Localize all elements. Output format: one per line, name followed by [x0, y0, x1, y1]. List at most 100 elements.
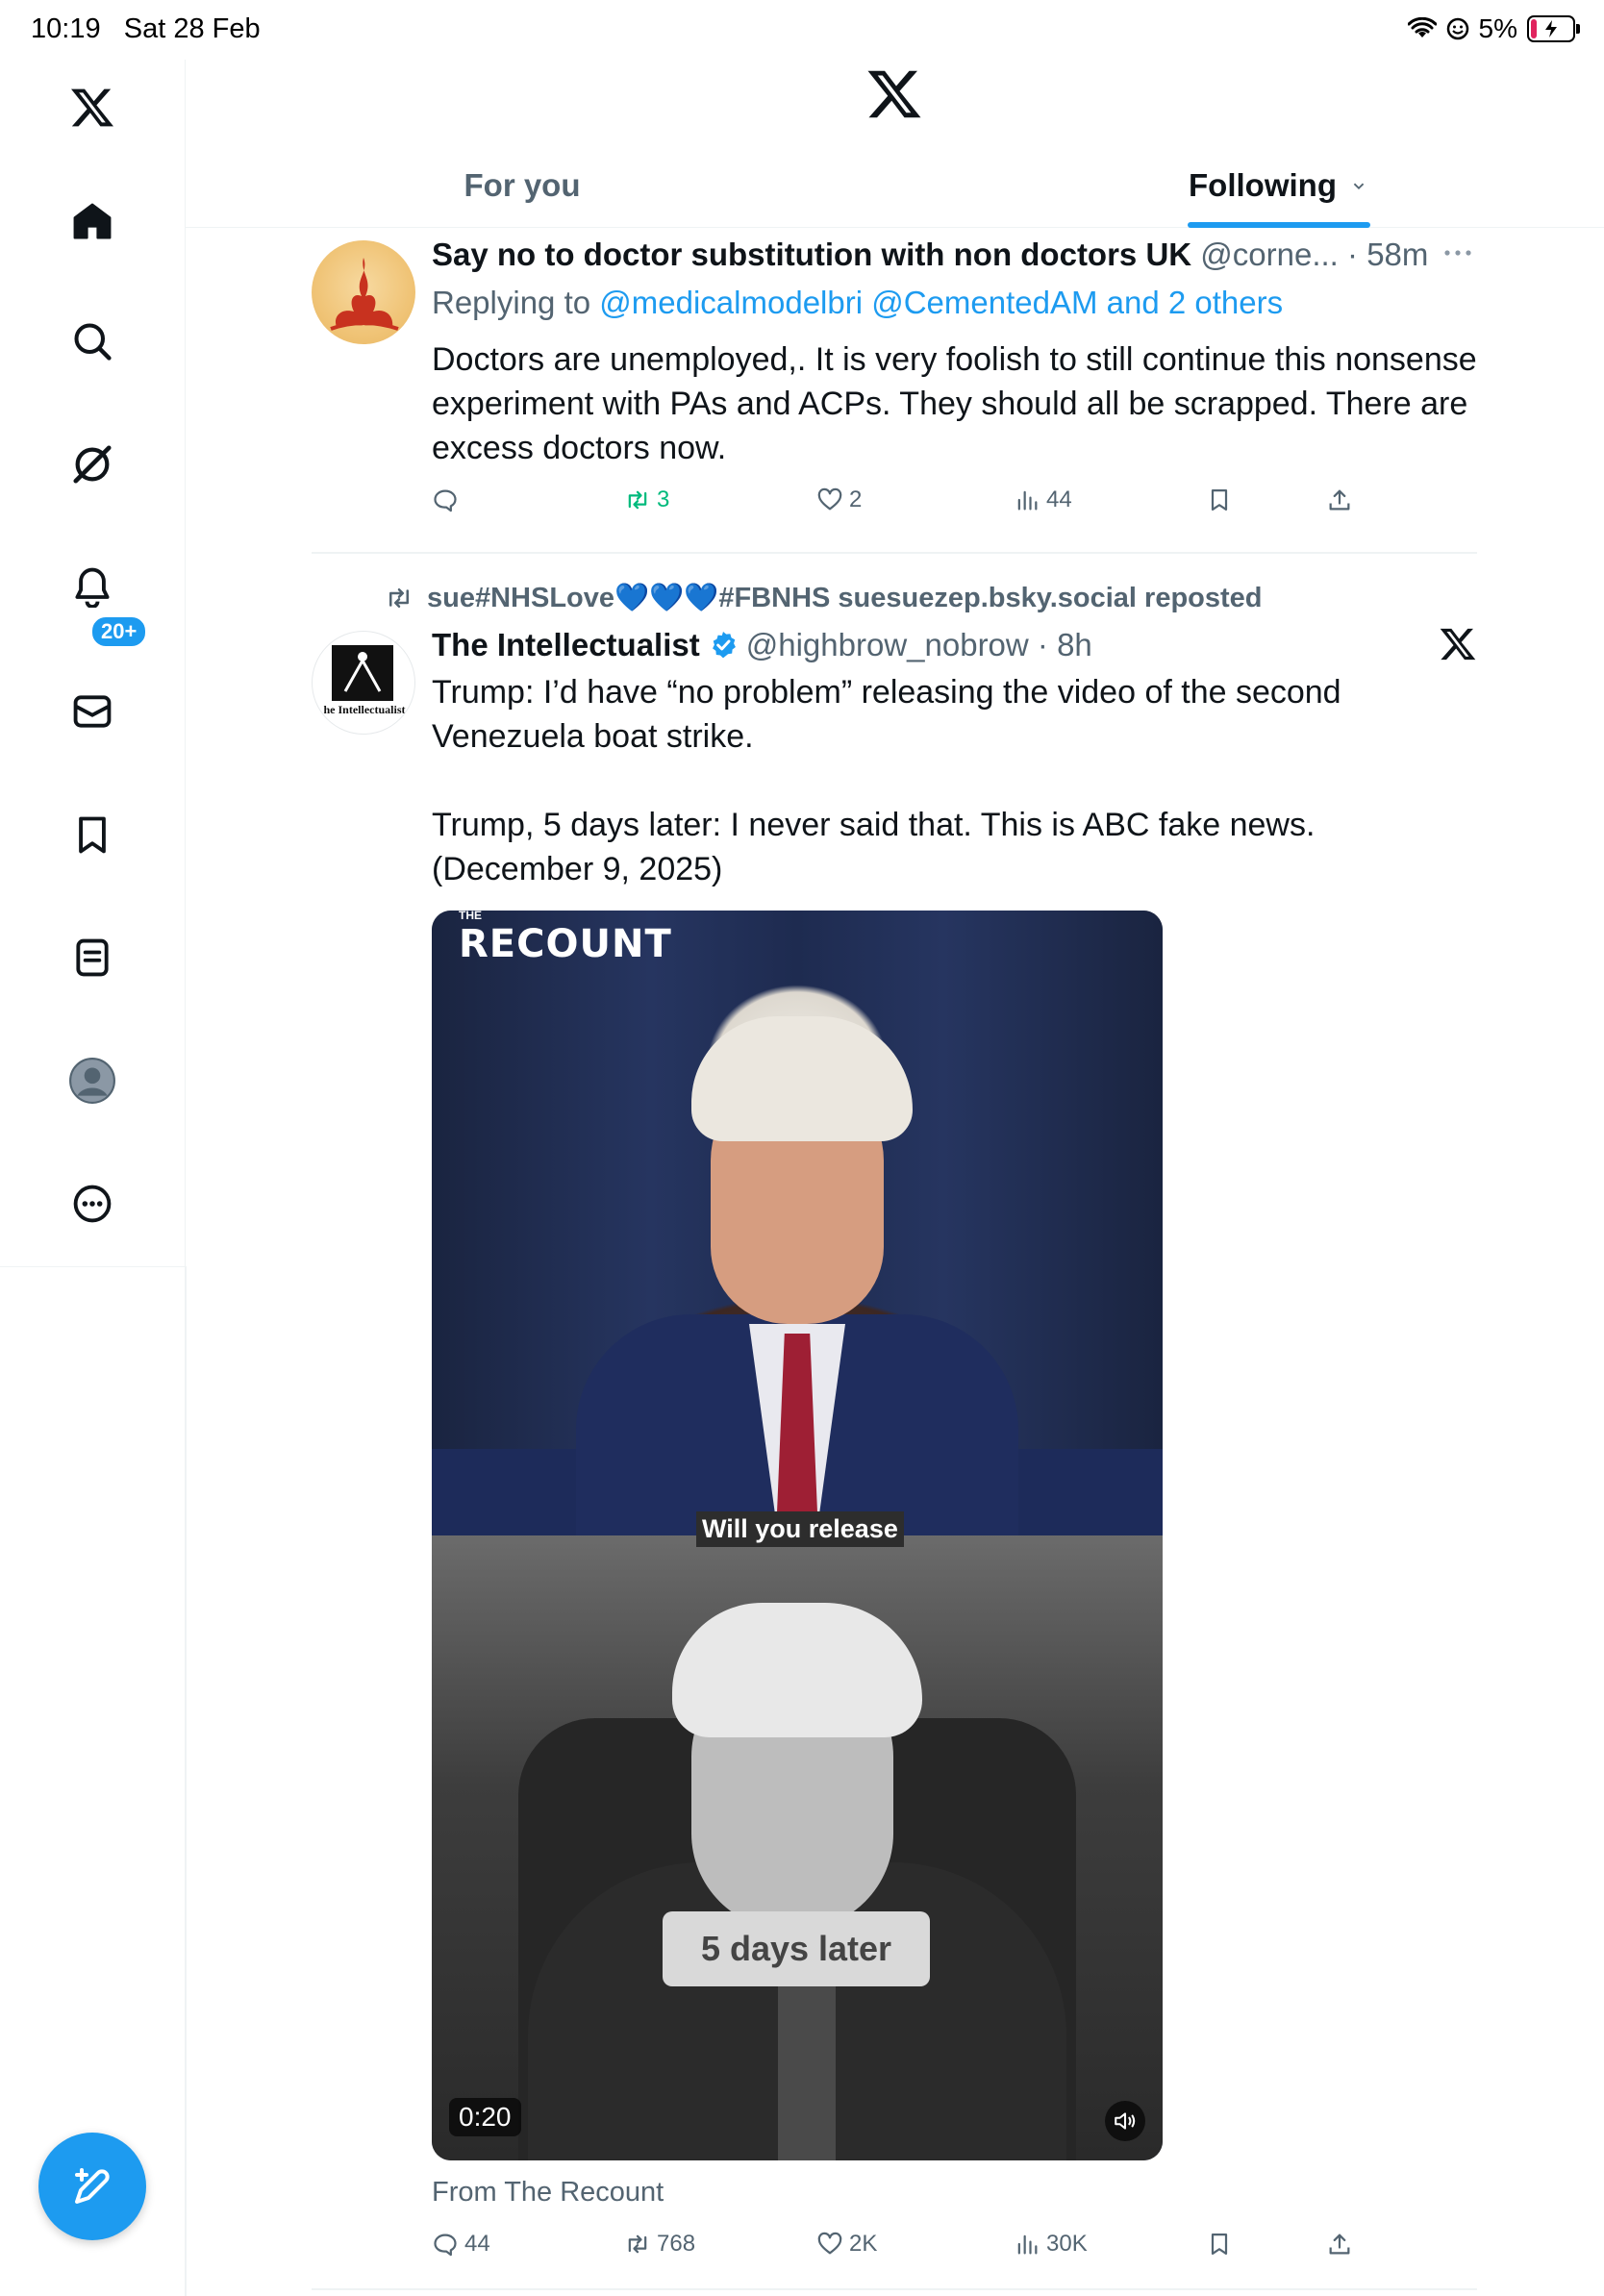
- verified-badge-icon: [712, 632, 736, 659]
- repost-count: 768: [657, 2231, 696, 2257]
- wifi-icon: [1407, 17, 1437, 37]
- views-button[interactable]: 44: [1014, 487, 1072, 513]
- replying-to-label: Replying to: [432, 285, 591, 320]
- reply-icon: [434, 2234, 457, 2257]
- post-avatar[interactable]: [312, 240, 415, 344]
- video-frame-top: [432, 911, 1163, 1535]
- view-count: 44: [1046, 487, 1072, 512]
- tab-for-you[interactable]: For you: [186, 144, 859, 227]
- status-bar: 10:19 Sat 28 Feb 5%: [0, 0, 1604, 60]
- reply-mentions-link[interactable]: @medicalmodelbri @CementedAM and 2 other…: [599, 285, 1283, 320]
- sidebar-divider: [185, 1266, 187, 2296]
- chevron-down-icon: [1353, 183, 1365, 190]
- bookmark-icon: [1211, 2233, 1228, 2256]
- video-watermark: RECOUNT: [459, 922, 672, 966]
- speaker-muted-icon: [1115, 2112, 1136, 2130]
- reply-button[interactable]: 44: [432, 2231, 490, 2258]
- home-icon[interactable]: [62, 190, 123, 252]
- video-source-link[interactable]: From The Recount: [432, 2177, 664, 2209]
- post-header: Say no to doctor substitution with non d…: [432, 237, 1429, 272]
- heart-icon: [817, 487, 842, 511]
- repost-button[interactable]: 768: [624, 2231, 695, 2258]
- like-button[interactable]: 2: [816, 487, 862, 513]
- reply-icon: [434, 489, 457, 512]
- video-overlay-text: 5 days later: [663, 1911, 930, 1986]
- notifications-bell-icon[interactable]: [62, 556, 123, 617]
- like-button[interactable]: 2K: [816, 2231, 877, 2258]
- focus-smiley-icon: [1446, 17, 1468, 40]
- lists-icon[interactable]: [62, 927, 123, 988]
- post-actions: 3 2 44: [432, 487, 1480, 525]
- intellectualist-logo-icon: [332, 645, 393, 701]
- view-count: 30K: [1046, 2231, 1088, 2257]
- profile-avatar-icon[interactable]: [62, 1050, 123, 1111]
- compose-post-button[interactable]: [38, 2133, 146, 2240]
- post-text: Doctors are unemployed,. It is very fool…: [432, 341, 1487, 466]
- post-avatar[interactable]: he Intellectualist: [312, 631, 415, 735]
- share-button[interactable]: [1326, 2231, 1353, 2258]
- bookmark-button[interactable]: [1206, 2231, 1233, 2258]
- share-icon: [1329, 489, 1350, 511]
- repost-icon: [389, 588, 409, 608]
- avatar-caption: he Intellectualist: [323, 703, 406, 716]
- repost-icon: [628, 2234, 647, 2254]
- x-logo-icon[interactable]: [62, 77, 123, 138]
- video-frame-bottom: [432, 1535, 1163, 2160]
- tab-following-label: Following: [1189, 167, 1337, 203]
- post-actions: 44 768 2K 30K: [432, 2231, 1480, 2269]
- views-chart-icon: [1017, 490, 1038, 511]
- reposted-by-label[interactable]: sue#NHSLove💙💙💙#FBNHS suesuezep.bsky.soci…: [427, 582, 1263, 614]
- share-button[interactable]: [1326, 487, 1353, 513]
- messages-mail-icon[interactable]: [62, 681, 123, 742]
- bookmarks-icon[interactable]: [62, 804, 123, 865]
- reply-button[interactable]: [432, 487, 464, 513]
- compose-feather-icon: [75, 2168, 110, 2204]
- post-handle[interactable]: @highbrow_nobrow: [746, 623, 1029, 667]
- repost-context: sue#NHSLove💙💙💙#FBNHS suesuezep.bsky.soci…: [385, 582, 1263, 614]
- reply-context: Replying to @medicalmodelbri @CementedAM…: [432, 281, 1283, 325]
- bookmark-button[interactable]: [1206, 487, 1233, 513]
- battery-icon: [1527, 15, 1580, 42]
- post-divider: [312, 552, 1477, 554]
- status-indicators: 5%: [1407, 13, 1580, 44]
- post-display-name[interactable]: Say no to doctor substitution with non d…: [432, 237, 1191, 272]
- video-duration: 0:20: [449, 2098, 521, 2136]
- post-text: Trump: I’d have “no problem” releasing t…: [432, 674, 1341, 887]
- post-display-name[interactable]: The Intellectualist: [432, 623, 700, 667]
- repost-button[interactable]: 3: [624, 487, 669, 513]
- post-time[interactable]: 58m: [1366, 237, 1428, 272]
- grok-icon[interactable]: [62, 434, 123, 495]
- post-more-icon[interactable]: [1442, 246, 1473, 263]
- post-header: The Intellectualist @highbrow_nobrow · 8…: [432, 623, 1092, 667]
- flame-logo-icon: [330, 258, 399, 331]
- timeline-tabs: For you Following: [186, 144, 1604, 228]
- tab-following[interactable]: Following: [1154, 144, 1404, 227]
- post-video[interactable]: THE RECOUNT Will you release 5 days late…: [432, 911, 1163, 2160]
- status-time-date: 10:19 Sat 28 Feb: [31, 13, 261, 44]
- post-divider: [312, 2288, 1477, 2290]
- reply-count: 44: [464, 2231, 490, 2257]
- video-watermark-small: THE: [459, 911, 482, 922]
- post-time[interactable]: 8h: [1057, 623, 1092, 667]
- more-icon[interactable]: [62, 1173, 123, 1235]
- repost-icon: [628, 490, 647, 510]
- bookmark-icon: [1211, 488, 1228, 512]
- heart-icon: [817, 2232, 842, 2255]
- like-count: 2: [849, 487, 863, 512]
- battery-percent: 5%: [1478, 13, 1517, 43]
- video-mute-button[interactable]: [1105, 2101, 1145, 2141]
- views-chart-icon: [1017, 2234, 1038, 2255]
- video-caption: Will you release: [696, 1511, 904, 1547]
- views-button[interactable]: 30K: [1014, 2231, 1088, 2258]
- share-icon: [1329, 2234, 1350, 2255]
- post-handle[interactable]: @corne...: [1200, 237, 1339, 272]
- x-header-logo-icon[interactable]: [865, 65, 923, 123]
- tab-for-you-label: For you: [464, 167, 581, 203]
- repost-count: 3: [657, 487, 670, 512]
- sidebar: 20+: [0, 60, 186, 1267]
- x-source-icon[interactable]: [1439, 625, 1477, 668]
- active-tab-indicator: [1188, 222, 1370, 228]
- like-count: 2K: [849, 2231, 878, 2257]
- search-icon[interactable]: [62, 311, 123, 372]
- notifications-badge: 20+: [90, 615, 148, 648]
